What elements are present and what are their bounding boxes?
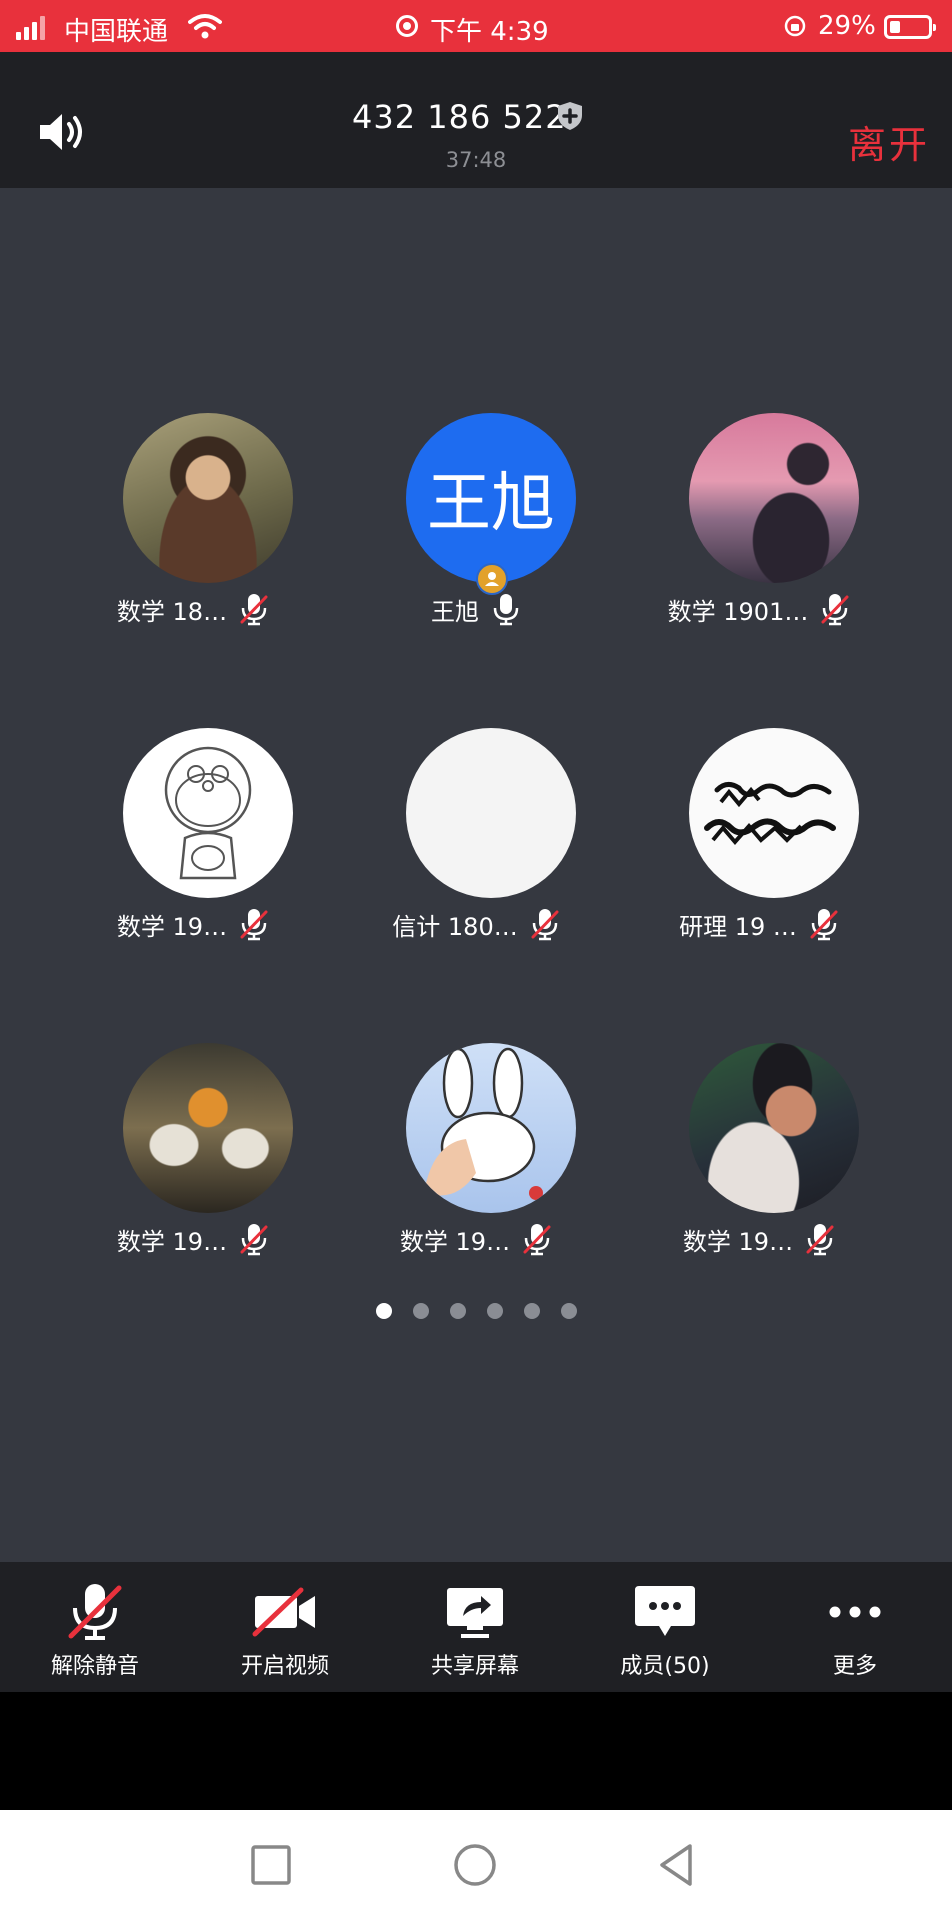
start-video-button[interactable]: 开启视频 (190, 1562, 380, 1692)
participant-tile[interactable]: 数学 18… (53, 413, 333, 663)
participant-name: 数学 1901… (667, 597, 809, 626)
chat-members-icon (635, 1586, 695, 1636)
page-dot[interactable] (486, 1303, 503, 1319)
share-screen-icon (447, 1588, 503, 1638)
back-icon[interactable] (652, 1840, 702, 1890)
participant-name: 信计 180… (392, 912, 518, 941)
rotation-lock-icon (784, 15, 806, 37)
signal-icon (16, 16, 45, 40)
mic-muted-icon (821, 594, 849, 626)
status-bar: 中国联通 下午 4:39 29% (0, 0, 952, 52)
participant-name: 数学 19… (682, 1227, 794, 1256)
participant-name: 王旭 (431, 597, 479, 626)
system-nav-bar (0, 1810, 952, 1920)
participant-name: 数学 19… (399, 1227, 511, 1256)
participant-name: 数学 19… (116, 1227, 228, 1256)
participant-name: 数学 18… (116, 597, 228, 626)
participant-tile[interactable]: 数学 1901… (619, 413, 899, 663)
mic-muted-icon (531, 909, 559, 941)
participant-tile[interactable]: 数学 19… (619, 1043, 899, 1293)
battery-icon (884, 15, 936, 39)
mic-muted-icon (806, 1224, 834, 1256)
participant-grid: 数学 18… 王旭 王旭 数学 1901… 数学 19… 信计 180… 研理 … (0, 188, 952, 1562)
page-dot[interactable] (449, 1303, 466, 1319)
mic-muted-icon (240, 594, 268, 626)
recent-apps-icon[interactable] (246, 1840, 296, 1890)
participant-tile[interactable]: 数学 19… (53, 728, 333, 978)
participant-name: 数学 19… (116, 912, 228, 941)
page-dot[interactable] (523, 1303, 540, 1319)
share-screen-label: 共享屏幕 (430, 1654, 519, 1679)
page-dot[interactable] (375, 1303, 392, 1319)
meeting-toolbar: 解除静音 开启视频 共享屏幕 成员(50) 更多 (0, 1562, 952, 1692)
wifi-icon (188, 14, 222, 39)
participant-avatar (406, 728, 576, 898)
carrier-name: 中国联通 (64, 17, 169, 47)
page-indicator[interactable] (0, 1303, 952, 1319)
participant-avatar (689, 413, 859, 583)
page-dot[interactable] (560, 1303, 577, 1319)
members-button[interactable]: 成员(50) (570, 1562, 760, 1692)
unmute-button[interactable]: 解除静音 (0, 1562, 190, 1692)
participant-avatar (689, 728, 859, 898)
participant-avatar (123, 413, 293, 583)
mic-muted-icon (68, 1584, 122, 1640)
video-off-icon (252, 1587, 315, 1637)
meeting-header: 432 186 522 37:48 离开 (0, 52, 952, 188)
participant-avatar (406, 1043, 576, 1213)
screen-record-icon (396, 15, 418, 37)
shield-icon[interactable] (557, 101, 583, 131)
mic-muted-icon (810, 909, 838, 941)
participant-tile[interactable]: 王旭 王旭 (336, 413, 616, 663)
participant-avatar (123, 1043, 293, 1213)
participant-name: 研理 19 … (679, 912, 797, 941)
share-screen-button[interactable]: 共享屏幕 (380, 1562, 570, 1692)
participant-tile[interactable]: 数学 19… (53, 1043, 333, 1293)
mic-muted-icon (523, 1224, 551, 1256)
mic-on-icon (493, 594, 519, 626)
leave-button[interactable]: 离开 (848, 114, 930, 169)
more-icon (829, 1606, 881, 1618)
more-button[interactable]: 更多 (760, 1562, 950, 1692)
participant-avatar (689, 1043, 859, 1213)
members-label: 成员(50) (620, 1654, 710, 1679)
mic-muted-icon (240, 909, 268, 941)
clock-time: 下午 4:39 (430, 17, 549, 47)
home-icon[interactable] (450, 1840, 500, 1890)
more-label: 更多 (832, 1654, 877, 1679)
participant-tile[interactable]: 数学 19… (336, 1043, 616, 1293)
page-dot[interactable] (412, 1303, 429, 1319)
participant-avatar: 王旭 (406, 413, 576, 583)
unmute-label: 解除静音 (50, 1654, 139, 1679)
black-band (0, 1692, 952, 1810)
participant-tile[interactable]: 信计 180… (336, 728, 616, 978)
mic-muted-icon (240, 1224, 268, 1256)
meeting-duration: 37:48 (445, 148, 507, 172)
meeting-id[interactable]: 432 186 522 (352, 98, 567, 136)
start-video-label: 开启视频 (240, 1654, 329, 1679)
battery-percent: 29% (818, 11, 876, 41)
participant-avatar (123, 728, 293, 898)
participant-tile[interactable]: 研理 19 … (619, 728, 899, 978)
